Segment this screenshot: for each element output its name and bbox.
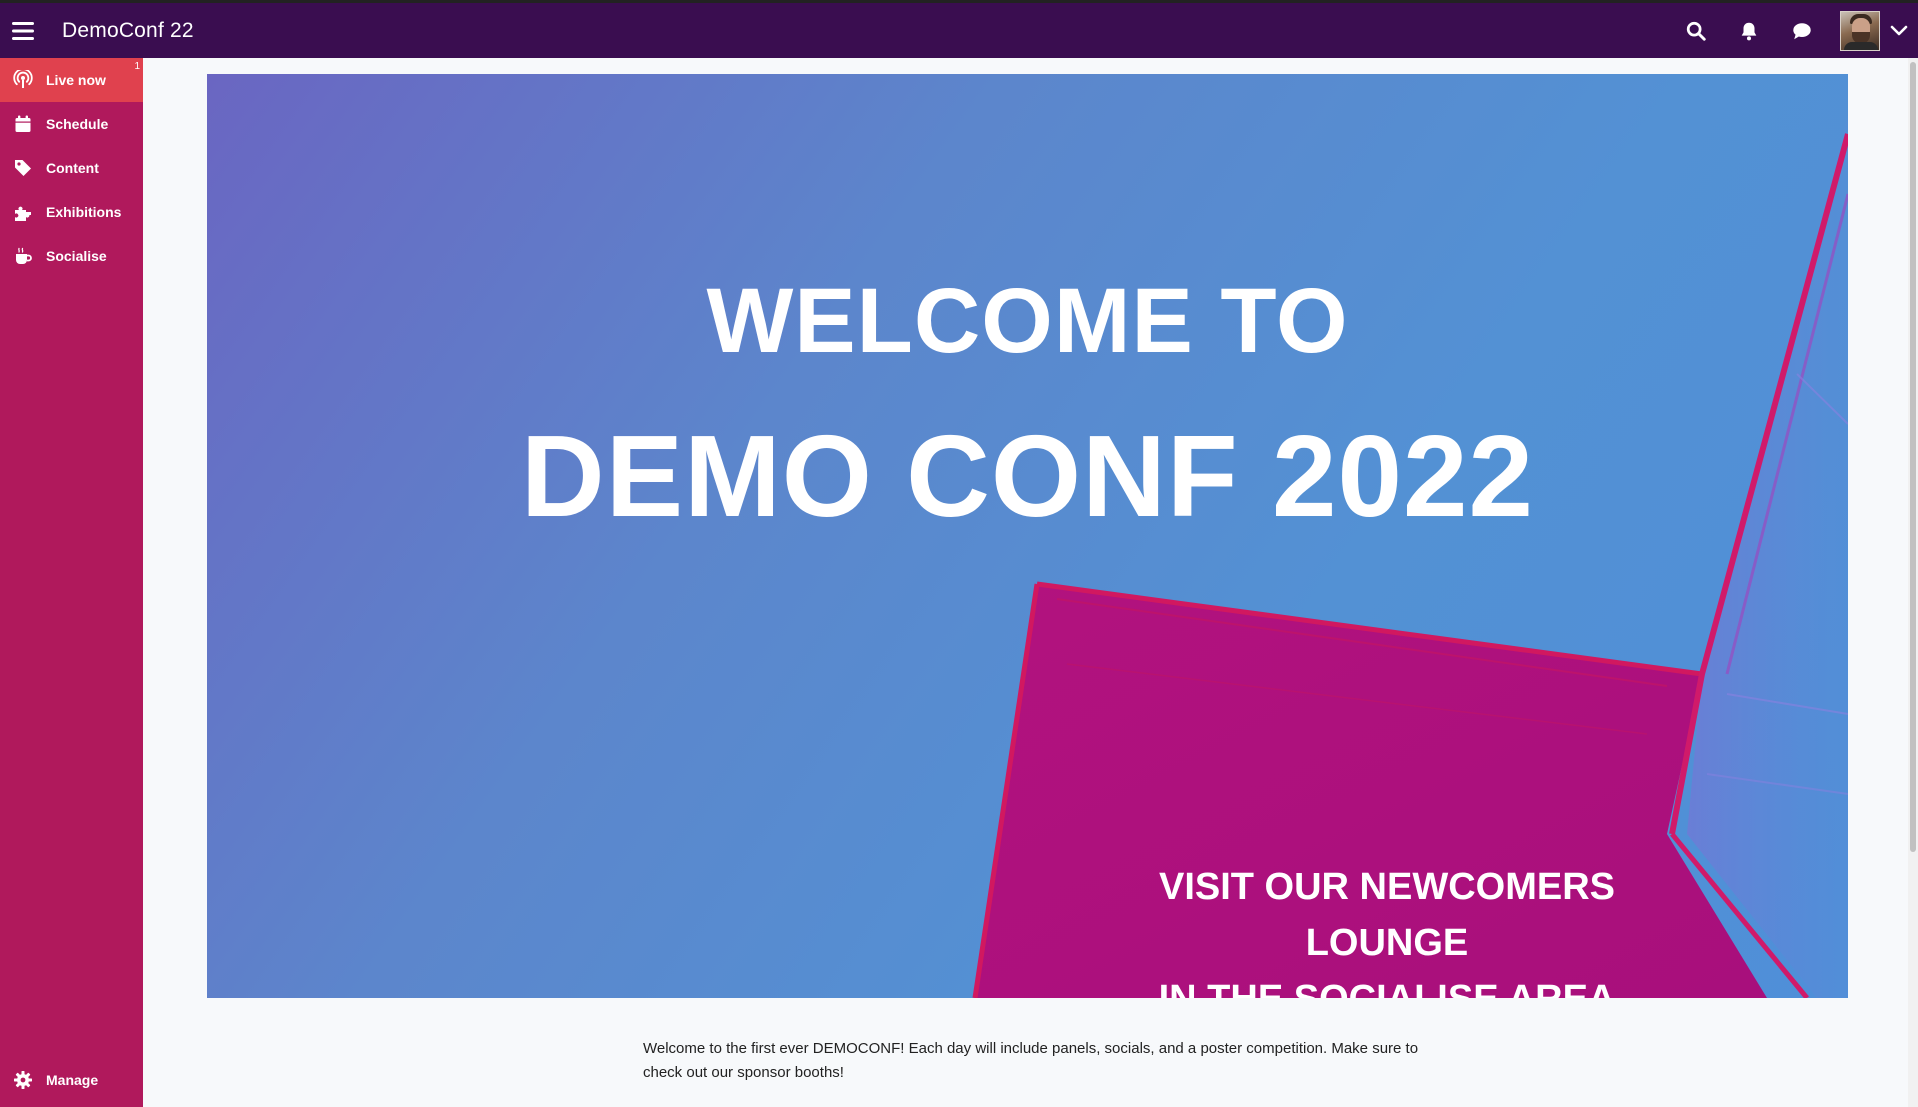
chat-icon — [1792, 22, 1811, 39]
scrollbar-thumb[interactable] — [1910, 62, 1916, 852]
banner-heading-line2: DEMO CONF 2022 — [520, 411, 1535, 541]
top-bar: DemoConf 22 — [0, 0, 1918, 58]
banner-heading-line1: WELCOME TO — [706, 270, 1349, 372]
gear-icon — [12, 1069, 34, 1091]
sidebar-item-socialise[interactable]: Socialise — [0, 234, 143, 278]
notifications-button[interactable] — [1722, 3, 1775, 58]
welcome-text: Welcome to the first ever DEMOCONF! Each… — [643, 1040, 1419, 1081]
menu-button[interactable] — [0, 3, 46, 58]
sidebar-item-label: Exhibitions — [46, 204, 122, 220]
main-content: WELCOME TO DEMO CONF 2022 VISIT OUR NEWC… — [143, 58, 1908, 1107]
banner-callout: VISIT OUR NEWCOMERS LOUNGE IN THE SOCIAL… — [1087, 859, 1687, 998]
banner-callout-line1: VISIT OUR NEWCOMERS LOUNGE — [1158, 866, 1616, 964]
sidebar-item-schedule[interactable]: Schedule — [0, 102, 143, 146]
app-title[interactable]: DemoConf 22 — [62, 19, 194, 43]
sidebar-item-label: Live now — [46, 72, 106, 88]
broadcast-icon — [12, 69, 34, 91]
tag-icon — [12, 157, 34, 179]
sidebar-item-exhibitions[interactable]: Exhibitions — [0, 190, 143, 234]
page-scrollbar[interactable] — [1908, 58, 1918, 1107]
sidebar: Live now 1 Schedule Content Exhibitions … — [0, 58, 143, 1107]
bell-icon — [1741, 22, 1756, 40]
coffee-icon — [12, 245, 34, 267]
banner-callout-line2: IN THE SOCIALISE AREA — [1087, 971, 1687, 998]
account-menu-toggle[interactable] — [1880, 3, 1918, 58]
chevron-down-icon — [1890, 25, 1908, 35]
welcome-banner: WELCOME TO DEMO CONF 2022 VISIT OUR NEWC… — [207, 74, 1848, 998]
sidebar-item-label: Schedule — [46, 116, 109, 132]
live-count-badge: 1 — [134, 61, 140, 72]
sidebar-item-content[interactable]: Content — [0, 146, 143, 190]
avatar[interactable] — [1840, 10, 1880, 51]
search-button[interactable] — [1669, 3, 1722, 58]
sidebar-item-manage[interactable]: Manage — [0, 1053, 143, 1107]
sidebar-item-live-now[interactable]: Live now 1 — [0, 58, 143, 102]
messages-button[interactable] — [1775, 3, 1828, 58]
menu-icon — [12, 21, 34, 40]
sidebar-item-label: Content — [46, 160, 99, 176]
sidebar-item-label: Manage — [46, 1072, 99, 1088]
calendar-icon — [12, 113, 34, 135]
sidebar-item-label: Socialise — [46, 248, 107, 264]
search-icon — [1686, 21, 1706, 41]
puzzle-icon — [12, 201, 34, 223]
